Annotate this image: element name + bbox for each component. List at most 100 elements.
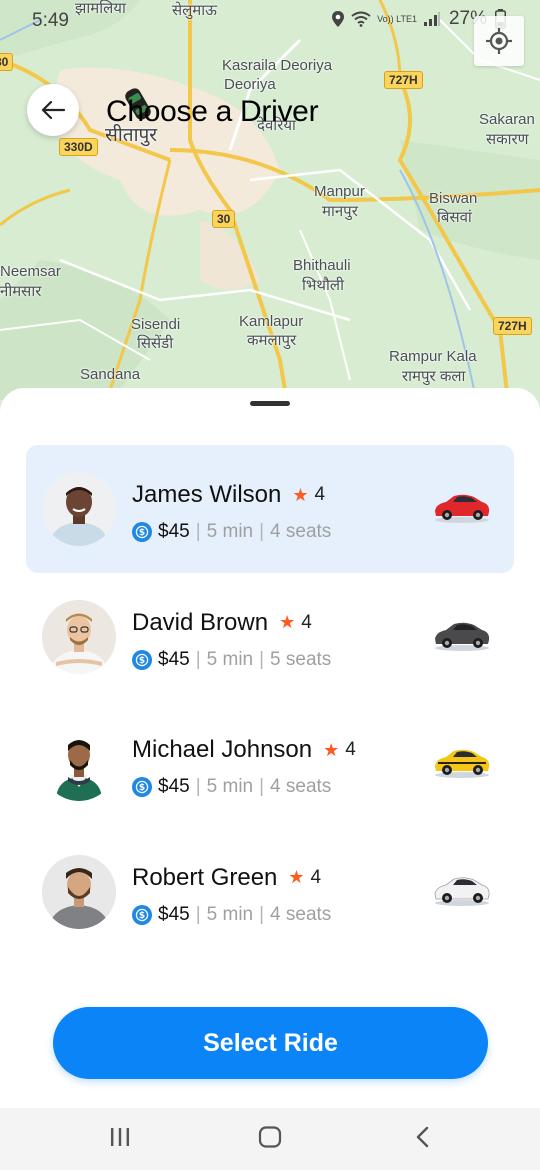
driver-card-james-wilson[interactable]: James Wilson ★ 4 $ $45 | 5 min | 4 seats [26,445,514,573]
ride-eta: 5 min [206,903,254,925]
separator: | [195,776,201,797]
map-label: Kamlapur [239,313,304,330]
driver-card-robert-green[interactable]: Robert Green ★ 4 $ $45 | 5 min | 4 seats [26,828,514,956]
driver-avatar [42,472,116,546]
map-label: Rampur Kala [389,348,477,365]
status-time: 5:49 [32,10,69,31]
svg-text:$: $ [139,656,145,666]
driver-card-david-brown[interactable]: David Brown ★ 4 $ $45 | 5 min | 5 seats [26,573,514,701]
map-label-sub: Deoriya [224,76,276,93]
map-label-hindi: भिथौली [302,277,344,294]
person-photo-icon [42,854,116,929]
drag-handle[interactable] [250,401,290,406]
map-label-hindi: रामपुर कला [402,368,466,385]
driver-avatar [42,599,116,674]
map-label: Biswan [429,190,478,207]
separator: | [195,648,201,670]
home-icon [258,1126,282,1148]
star-icon: ★ [323,739,340,760]
person-photo-icon [42,727,116,801]
map-label-hindi: सीतापुर [105,125,158,146]
crosshair-icon [486,28,512,54]
driver-avatar [42,727,116,801]
map-label: Sisendi [131,316,181,333]
car-image-icon [435,749,490,778]
map-label: Neemsar [0,263,61,280]
driver-rating: 4 [310,866,322,888]
map-label-hindi: नीमसार [0,283,42,300]
map-label: Manpur [314,183,365,200]
status-bar: 5:49 Vo)) LTE1 27% [0,0,540,40]
map-label: Kasraila Deoriya [222,57,333,74]
highway-shield: 727H [384,71,423,89]
back-button[interactable] [27,84,79,136]
svg-text:$: $ [139,783,145,793]
map-label-hindi: बिसवां [437,209,472,226]
driver-rating: 4 [314,484,326,505]
star-icon: ★ [292,484,309,505]
ride-price: $45 [158,903,190,925]
select-ride-button[interactable]: Select Ride [53,1007,488,1079]
driver-name: Robert Green [132,863,278,891]
ride-seats: 4 seats [270,521,332,542]
driver-sheet: James Wilson ★ 4 $ $45 | 5 min | 4 seats [0,388,540,1108]
separator: | [259,903,265,925]
back-nav-button[interactable] [412,1126,434,1153]
driver-card-michael-johnson[interactable]: Michael Johnson ★ 4 $ $45 | 5 min | 4 se… [26,700,514,828]
ride-price: $45 [158,776,190,797]
star-icon: ★ [279,612,296,632]
dollar-icon: $ [132,522,152,542]
ride-seats: 5 seats [270,648,332,670]
dollar-icon: $ [132,777,152,797]
signal-icon [423,12,440,26]
svg-text:$: $ [139,528,145,538]
car-image-icon [434,876,490,906]
map-label-hindi: मानपुर [322,203,358,220]
separator: | [195,903,201,925]
separator: | [259,521,265,542]
svg-text:$: $ [139,911,145,921]
map-view[interactable]: Kasraila Deoriya Deoriya देवरिया Sakaran… [0,0,540,420]
ride-price: $45 [158,648,190,670]
dollar-icon: $ [132,904,152,925]
location-pin-icon [332,11,345,27]
my-location-button[interactable] [474,16,524,66]
driver-avatar [42,854,116,929]
driver-rating: 4 [345,739,356,760]
ride-eta: 5 min [206,521,254,542]
arrow-left-icon [41,100,66,120]
star-icon: ★ [288,867,305,887]
person-photo-icon [42,472,116,546]
ride-price: $45 [158,521,190,542]
ride-eta: 5 min [206,776,254,797]
separator: | [259,776,265,797]
map-label-hindi: कमलापुर [247,332,297,349]
volte-indicator: Vo)) LTE1 [377,13,417,24]
driver-name: Michael Johnson [132,736,313,763]
map-label: Sakaran [479,111,535,128]
car-image-icon [435,622,490,651]
driver-name: James Wilson [132,481,282,508]
ride-eta: 5 min [206,648,254,670]
ride-seats: 4 seats [270,776,332,797]
highway-shield: 30 [0,53,14,71]
chevron-left-icon [416,1126,429,1148]
system-nav-bar [0,1108,540,1170]
map-label: Bhithauli [293,257,351,274]
dollar-icon: $ [132,649,152,670]
highway-shield: 30 [212,210,236,228]
driver-list: James Wilson ★ 4 $ $45 | 5 min | 4 seats [26,445,514,955]
highway-shield: 330D [59,138,98,156]
map-label-hindi: सकारण [486,131,529,148]
separator: | [259,648,265,670]
map-label-hindi: सिसेंडी [137,335,174,352]
driver-rating: 4 [301,611,312,633]
recents-icon [111,1128,129,1146]
recent-apps-button[interactable] [108,1126,132,1153]
wifi-icon [351,11,371,27]
page-title: Choose a Driver [106,95,319,128]
separator: | [195,521,201,542]
car-image-icon [435,494,490,523]
home-button[interactable] [258,1126,282,1153]
ride-seats: 4 seats [270,903,332,925]
